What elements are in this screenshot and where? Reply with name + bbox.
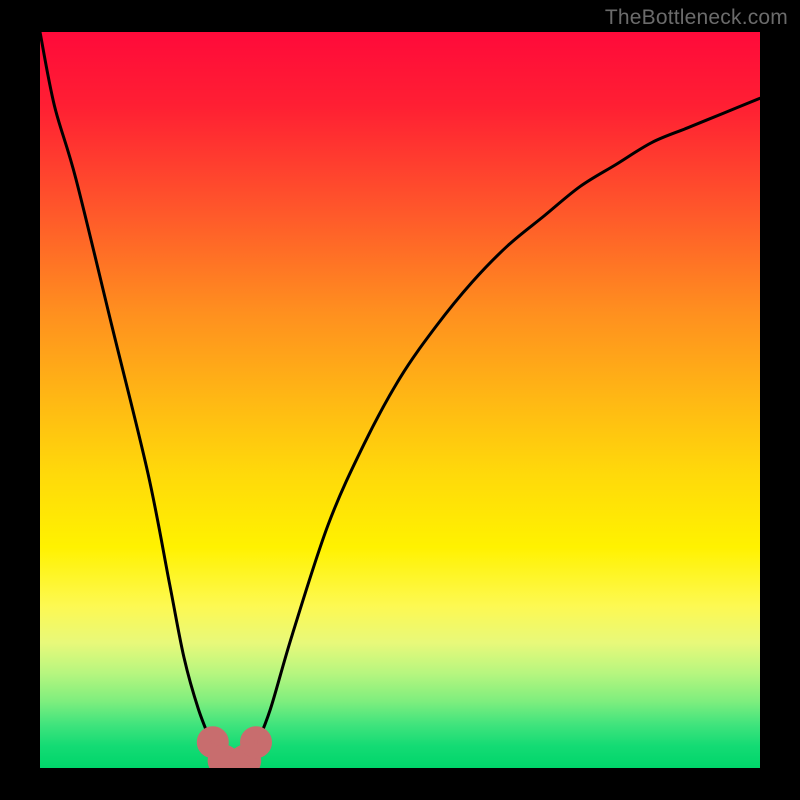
marker-dot [247, 733, 265, 751]
plot-area [40, 32, 760, 768]
curve-layer [40, 32, 760, 768]
marker-band [204, 733, 265, 768]
attribution-text: TheBottleneck.com [605, 6, 788, 30]
bottleneck-curve [40, 32, 760, 768]
chart-frame: TheBottleneck.com [0, 0, 800, 800]
